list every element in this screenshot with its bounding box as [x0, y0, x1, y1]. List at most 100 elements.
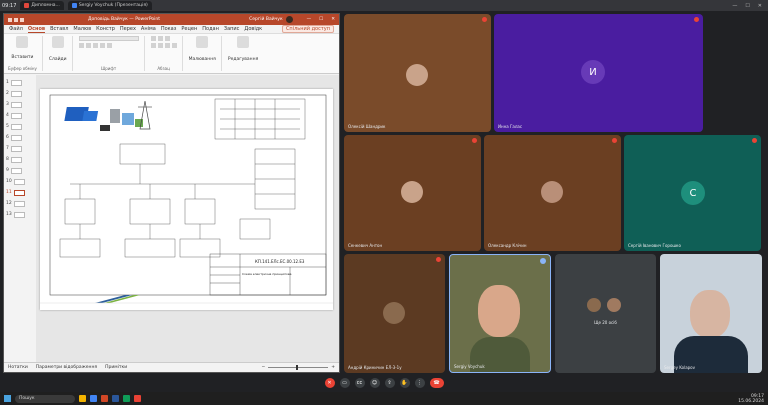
browser-tab-1[interactable]: Дипломна... [20, 1, 64, 10]
drawing-button[interactable]: Малювання [189, 57, 216, 62]
quick-access [8, 17, 24, 22]
align-left-icon[interactable] [150, 43, 156, 48]
windows-start-icon[interactable] [4, 395, 11, 402]
clock: 09:17 [2, 2, 17, 9]
participant-tile[interactable]: Олексій Шандрик [344, 14, 491, 132]
word-icon[interactable] [112, 395, 119, 402]
browser-tab-2[interactable]: Sergiy Voychuk (Презентація) [67, 1, 152, 10]
app-icon[interactable] [134, 395, 141, 402]
comments-button[interactable]: Примітки [105, 365, 127, 370]
slide-thumb[interactable]: 4 [4, 111, 36, 120]
maximize-icon[interactable]: ☐ [745, 3, 749, 9]
slide-thumb[interactable]: 12 [4, 199, 36, 208]
slide-thumb-active[interactable]: 11 [4, 188, 36, 197]
participant-tile-active-speaker[interactable]: Sergiy Voychuk [449, 254, 551, 373]
current-slide[interactable]: КП.141.ЕЛс.ЕС.00.12.Е3 Схема електрична … [40, 89, 333, 310]
participant-tile[interactable]: Олександр Клічин [484, 135, 621, 251]
tab-draw[interactable]: Малюв [73, 26, 91, 32]
font-color-icon[interactable] [106, 43, 112, 48]
taskbar-search[interactable]: Пошук [15, 394, 75, 403]
font-controls [78, 36, 139, 48]
minimize-icon[interactable]: — [732, 3, 737, 9]
share-button[interactable]: Спільний доступ [281, 25, 334, 33]
maximize-icon[interactable]: ☐ [319, 17, 323, 22]
save-icon[interactable] [14, 17, 18, 22]
slide-thumb[interactable]: 13 [4, 210, 36, 219]
italic-icon[interactable] [85, 43, 91, 48]
slides-button[interactable]: Слайди [49, 57, 67, 62]
bold-icon[interactable] [78, 43, 84, 48]
display-settings-button[interactable]: Параметри відображення [36, 365, 97, 370]
slide-thumb[interactable]: 2 [4, 89, 36, 98]
more-options-icon[interactable]: ⋮ [414, 378, 425, 388]
mic-off-icon[interactable]: ✕ [324, 378, 335, 388]
raise-hand-icon[interactable]: ✋ [399, 378, 410, 388]
participant-tile[interactable]: Сенкевич Антон [344, 135, 481, 251]
slide-canvas[interactable]: КП.141.ЕЛс.ЕС.00.12.Е3 Схема електрична … [36, 75, 339, 364]
new-slide-icon[interactable] [51, 36, 64, 48]
tab-home[interactable]: Основ [27, 26, 46, 33]
paste-icon[interactable] [16, 36, 29, 48]
editing-button[interactable]: Редагування [228, 57, 258, 62]
participant-tile[interactable]: И Инна Галас [494, 14, 703, 132]
participant-tile[interactable]: Sergey Kolapov [660, 254, 762, 373]
slide-mini [10, 79, 22, 86]
tab-help[interactable]: Довідк [244, 26, 262, 32]
indent-icon[interactable] [164, 36, 170, 41]
font-name-select[interactable] [78, 36, 139, 41]
bullets-icon[interactable] [150, 36, 156, 41]
avatar [285, 16, 293, 23]
tab-record[interactable]: Запис [224, 26, 240, 32]
strikethrough-icon[interactable] [99, 43, 105, 48]
numbering-icon[interactable] [157, 36, 163, 41]
find-icon[interactable] [237, 36, 250, 48]
present-icon[interactable]: ⇪ [384, 378, 395, 388]
system-tray[interactable]: 09:17 15.06.2024 [738, 394, 764, 404]
tab-slideshow[interactable]: Показ [161, 26, 177, 32]
underline-icon[interactable] [92, 43, 98, 48]
tab-animations[interactable]: Аніма [141, 26, 156, 32]
zoom-in-icon[interactable]: + [331, 365, 335, 370]
minimize-icon[interactable]: — [307, 17, 312, 22]
zoom-out-icon[interactable]: − [261, 365, 265, 370]
close-icon[interactable]: ✕ [331, 17, 335, 22]
zoom-knob[interactable] [296, 365, 299, 370]
align-right-icon[interactable] [164, 43, 170, 48]
browser-icon[interactable] [90, 395, 97, 402]
leave-call-icon[interactable]: ☎ [429, 378, 444, 388]
participant-tile[interactable]: С Сергій Іванович Горошко [624, 135, 761, 251]
shapes-icon[interactable] [196, 36, 209, 48]
powerpoint-icon[interactable] [101, 395, 108, 402]
close-icon[interactable]: ✕ [758, 3, 762, 9]
camera-icon[interactable]: ▭ [339, 378, 350, 388]
emoji-icon[interactable]: ☺ [369, 378, 380, 388]
autosave-icon[interactable] [8, 17, 12, 22]
tab-insert[interactable]: Вставл [50, 26, 68, 32]
slide-thumb[interactable]: 7 [4, 144, 36, 153]
tab-design[interactable]: Констр [96, 26, 115, 32]
tab-review[interactable]: Рецен [181, 26, 197, 32]
user-account[interactable]: Сергій Вайчук [249, 16, 293, 23]
file-explorer-icon[interactable] [79, 395, 86, 402]
justify-icon[interactable] [171, 43, 177, 48]
paste-button[interactable]: Вставити [11, 55, 33, 60]
slide-thumb[interactable]: 3 [4, 100, 36, 109]
align-center-icon[interactable] [157, 43, 163, 48]
undo-icon[interactable] [20, 17, 24, 22]
slide-thumb[interactable]: 8 [4, 155, 36, 164]
captions-icon[interactable]: cc [354, 378, 365, 388]
slide-thumb[interactable]: 5 [4, 122, 36, 131]
participant-tile[interactable]: Андрій Криничин ЕЛ-3-1у [344, 254, 445, 373]
tab-view[interactable]: Подан [202, 26, 219, 32]
zoom-slider[interactable] [268, 365, 329, 370]
notes-button[interactable]: Нотатки [8, 365, 28, 370]
tab-file[interactable]: Файл [9, 26, 23, 32]
paragraph-group: Абзац [150, 36, 183, 71]
slide-thumb[interactable]: 6 [4, 133, 36, 142]
app-icon[interactable] [123, 395, 130, 402]
slide-thumb[interactable]: 1 [4, 78, 36, 87]
more-participants-tile[interactable]: Ще 20 осіб [555, 254, 656, 373]
slide-thumb[interactable]: 10 [4, 177, 36, 186]
slide-thumb[interactable]: 9 [4, 166, 36, 175]
tab-transitions[interactable]: Перех [120, 26, 136, 32]
